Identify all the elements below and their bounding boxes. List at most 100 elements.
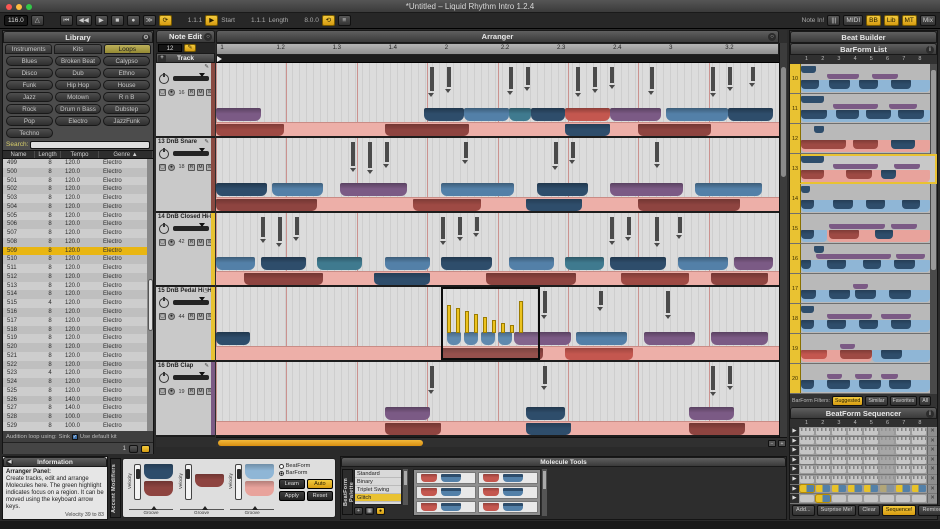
molecule-clip[interactable] <box>441 257 492 270</box>
sequencer-cell[interactable] <box>816 476 830 483</box>
sequencer-clear-button[interactable]: Clear <box>858 505 879 516</box>
molecule-clip[interactable] <box>610 183 683 196</box>
track-pan-knob[interactable] <box>159 74 169 84</box>
bass-molecule[interactable] <box>526 199 582 211</box>
genre-button-jazz[interactable]: Jazz <box>6 92 53 102</box>
bass-molecule[interactable] <box>385 124 469 136</box>
note-marker[interactable] <box>610 217 614 239</box>
loop-row[interactable]: 5234120.0Electro <box>3 369 153 378</box>
note-marker[interactable] <box>441 217 445 239</box>
accent-apply-button[interactable]: Apply <box>279 491 305 501</box>
loop-row[interactable]: 5088120.0Electro <box>3 238 153 247</box>
track-lane[interactable] <box>216 138 779 213</box>
bass-molecule[interactable] <box>621 273 689 285</box>
bass-molecule[interactable] <box>711 273 767 285</box>
timeline-ruler[interactable]: 11.21.31.422.22.32.433.2 <box>216 43 779 55</box>
loop-row[interactable]: 5278140.0Electro <box>3 404 153 413</box>
note-marker[interactable] <box>554 142 558 164</box>
molecule-clip[interactable] <box>317 257 362 270</box>
track-volume-slider[interactable] <box>173 300 209 305</box>
molecule-tile[interactable] <box>416 472 476 484</box>
loop-row[interactable]: 5218120.0Electro <box>3 352 153 361</box>
sequencer-cell[interactable] <box>864 495 878 502</box>
barform-row[interactable]: 14 <box>790 184 937 214</box>
bass-molecule[interactable] <box>413 199 481 211</box>
note-marker[interactable] <box>458 217 462 235</box>
molecule-clip[interactable] <box>695 183 763 196</box>
sequencer-cell[interactable] <box>896 495 910 502</box>
velocity-bar[interactable] <box>483 317 487 333</box>
library-scrollbar[interactable] <box>147 159 153 431</box>
molecule-clip[interactable] <box>509 108 532 121</box>
palette-scrollbar[interactable] <box>542 469 547 516</box>
sequencer-cell[interactable] <box>912 476 926 483</box>
genre-button-pop[interactable]: Pop <box>6 116 53 126</box>
row-remove-button[interactable]: ✕ <box>927 446 937 455</box>
sequencer-cell[interactable] <box>864 476 878 483</box>
sequencer-cell[interactable] <box>848 457 862 464</box>
row-play-button[interactable]: ▶ <box>790 465 799 474</box>
loop-row[interactable]: 5208120.0Electro <box>3 343 153 352</box>
sequencer-cell[interactable] <box>880 447 894 454</box>
arranger-vscrollbar[interactable] <box>779 43 787 437</box>
molecule-clip[interactable] <box>340 183 408 196</box>
note-marker[interactable] <box>430 67 434 91</box>
velocity-bar[interactable] <box>447 305 451 333</box>
track-edit-icon[interactable]: ✎ <box>204 214 209 220</box>
accent-reset-button[interactable]: Reset <box>307 491 333 501</box>
molecule-clip[interactable] <box>666 108 728 121</box>
track-monitor-button[interactable]: ● <box>168 313 175 320</box>
note-marker[interactable] <box>610 67 614 83</box>
groove-slider[interactable]: Groove <box>129 509 173 515</box>
molecule-tile[interactable] <box>416 501 476 513</box>
library-toggle-button[interactable]: Lib <box>884 15 899 26</box>
genre-button-disco[interactable]: Disco <box>6 68 53 78</box>
velocity-bar[interactable] <box>492 320 496 333</box>
note-marker[interactable] <box>751 67 755 81</box>
sequencer-cell[interactable] <box>896 466 910 473</box>
close-window-icon[interactable] <box>6 4 12 10</box>
track-monitor-button[interactable]: ● <box>168 164 175 171</box>
sequencer-surpriseme-button[interactable]: Surprise Me! <box>817 505 857 516</box>
barform-row[interactable]: 10 <box>790 64 937 94</box>
sequencer-cell[interactable] <box>880 437 894 444</box>
sequencer-cell[interactable] <box>896 457 910 464</box>
track-lane[interactable] <box>216 287 779 362</box>
sequencer-remixer-button[interactable]: Remixer <box>918 505 940 516</box>
velocity-slider[interactable] <box>235 464 242 500</box>
sequencer-cell[interactable] <box>832 466 846 473</box>
note-marker[interactable] <box>655 142 659 162</box>
beat-builder-toggle-button[interactable]: BB <box>866 15 881 26</box>
back-icon[interactable]: ◀ <box>6 459 13 466</box>
loop-row[interactable]: 5188120.0Electro <box>3 326 153 335</box>
zoom-window-icon[interactable] <box>26 4 32 10</box>
sequencer-cell[interactable] <box>800 485 814 492</box>
filter-all-button[interactable]: All <box>919 396 931 406</box>
row-remove-button[interactable]: ✕ <box>927 427 937 436</box>
loop-row[interactable]: 5018120.0Electro <box>3 177 153 186</box>
track-monitor-button[interactable]: ● <box>168 388 175 395</box>
sequencer-cell[interactable] <box>832 457 846 464</box>
molecule-tools-toggle-button[interactable]: MT <box>902 15 917 26</box>
track-header[interactable]: 13 DnB Snare✎▢●18RMS <box>156 138 215 213</box>
molecule-clip[interactable] <box>216 332 250 345</box>
metronome-button[interactable]: △ <box>31 15 44 26</box>
sequencer-cell[interactable] <box>800 457 814 464</box>
barform-row[interactable]: 12 <box>790 124 937 154</box>
track-r-button[interactable]: R <box>188 89 195 96</box>
record-button[interactable]: ● <box>127 15 140 26</box>
row-remove-button[interactable]: ✕ <box>927 485 937 494</box>
sequencer-cell[interactable] <box>912 457 926 464</box>
sequencer-cell[interactable] <box>864 485 878 492</box>
molecule-clip[interactable] <box>272 183 323 196</box>
track-header[interactable]: ✎▢●16RMS <box>156 63 215 138</box>
sequencer-cell[interactable] <box>880 457 894 464</box>
genre-button-house[interactable]: House <box>103 80 150 90</box>
beatform-palette-tab[interactable]: BeatForm Palette <box>342 469 353 515</box>
sequencer-cell[interactable] <box>848 428 862 435</box>
track-monitor-button[interactable]: ● <box>168 89 175 96</box>
loop-row[interactable]: 5228120.0Electro <box>3 361 153 370</box>
molecule-tile[interactable] <box>416 486 476 498</box>
track-volume-slider[interactable] <box>173 375 209 380</box>
sequencer-cell[interactable] <box>896 447 910 454</box>
